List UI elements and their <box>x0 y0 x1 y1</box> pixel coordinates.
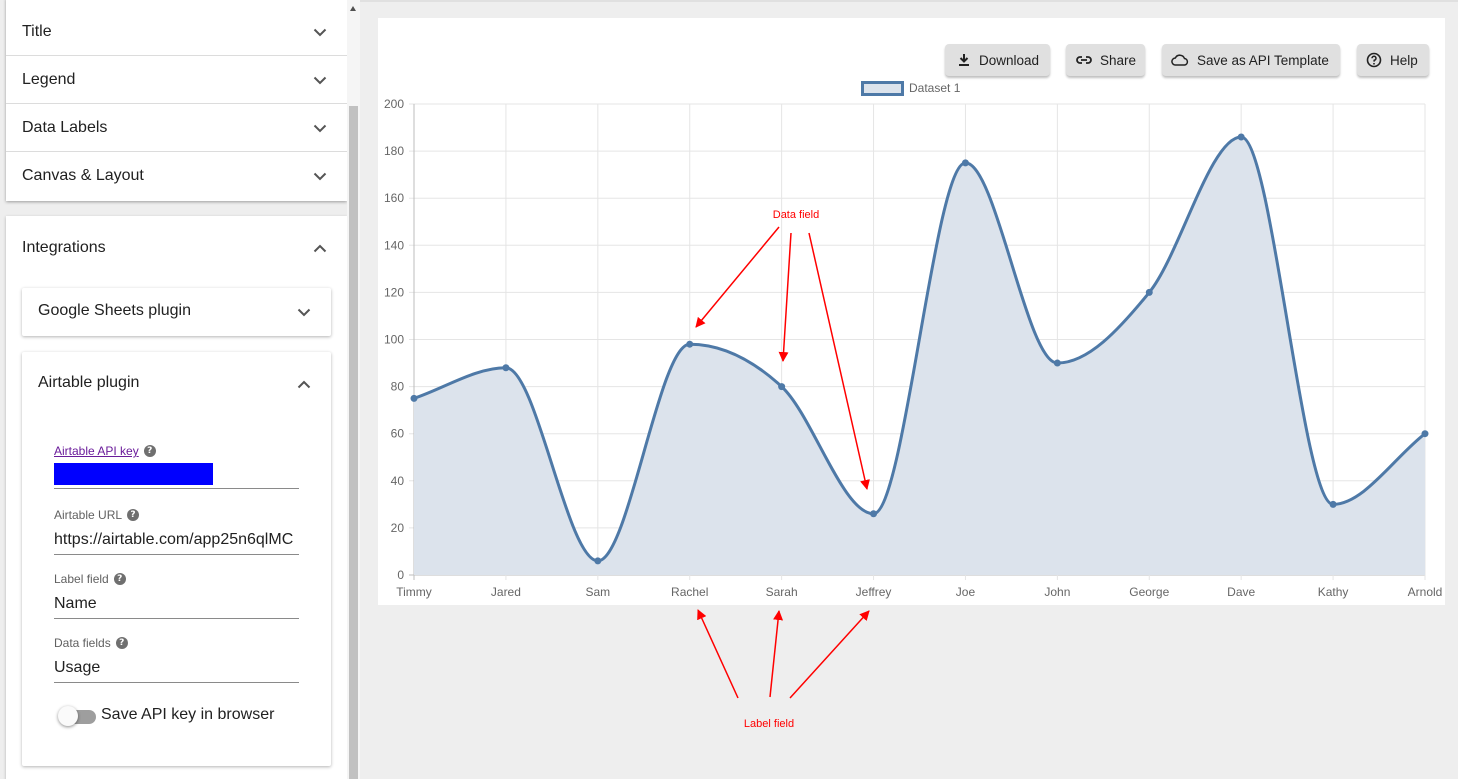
label-field-annotation: Label field <box>744 718 794 730</box>
help-icon[interactable]: ? <box>113 573 126 585</box>
help-label: Help <box>1390 52 1418 68</box>
label-field-input[interactable]: Name <box>54 593 299 619</box>
save-api-key-label: Save API key in browser <box>101 706 275 723</box>
download-label: Download <box>979 52 1040 68</box>
chevron-down-icon <box>313 76 327 84</box>
download-button[interactable]: Download <box>945 44 1050 76</box>
airtable-plugin: Airtable plugin Airtable API key ? Airta… <box>22 352 331 766</box>
label-field-label: Label field <box>54 572 109 586</box>
label-field-field: Label field ? Name <box>54 572 299 619</box>
google-sheets-plugin-label: Google Sheets plugin <box>38 302 191 319</box>
link-icon <box>1076 56 1092 64</box>
settings-card: Title Legend Data Labels Canvas & Layout <box>6 0 347 201</box>
help-button[interactable]: Help <box>1357 44 1429 76</box>
google-sheets-plugin[interactable]: Google Sheets plugin <box>22 288 331 336</box>
sidebar-scrollbar[interactable] <box>347 0 360 779</box>
airtable-api-key-field: Airtable API key ? <box>54 444 299 489</box>
accordion-title-label: Title <box>22 22 52 40</box>
chevron-up-icon <box>313 244 327 253</box>
scrollbar-thumb[interactable] <box>349 106 358 779</box>
save-api-template-button[interactable]: Save as API Template <box>1162 44 1340 76</box>
accordion-integrations-label: Integrations <box>22 239 106 256</box>
integrations-card: Integrations Google Sheets plugin Airtab… <box>6 216 347 779</box>
scroll-up-arrow-icon[interactable] <box>350 6 356 11</box>
share-button[interactable]: Share <box>1066 44 1145 76</box>
chart-card: Download Share Save as API Template Help <box>378 18 1445 605</box>
airtable-api-key-input[interactable] <box>54 463 299 489</box>
chevron-down-icon <box>313 124 327 132</box>
accordion-data-labels[interactable]: Data Labels <box>6 104 347 152</box>
airtable-plugin-label: Airtable plugin <box>38 374 140 391</box>
chevron-down-icon <box>313 172 327 181</box>
help-icon[interactable]: ? <box>127 509 140 521</box>
data-fields-label: Data fields <box>54 636 111 650</box>
download-icon <box>959 54 969 66</box>
save-api-key-toggle[interactable] <box>58 706 98 726</box>
accordion-canvas-layout[interactable]: Canvas & Layout <box>6 152 347 200</box>
accordion-canvas-layout-label: Canvas & Layout <box>22 167 144 184</box>
chevron-down-icon <box>297 308 311 317</box>
redacted-api-key <box>54 463 213 485</box>
accordion-integrations[interactable]: Integrations <box>6 224 347 272</box>
chevron-up-icon <box>297 380 311 389</box>
data-fields-field: Data fields ? Usage <box>54 636 299 683</box>
accordion-title[interactable]: Title <box>6 8 347 56</box>
airtable-api-key-link[interactable]: Airtable API key <box>54 444 139 458</box>
save-api-template-label: Save as API Template <box>1197 52 1329 68</box>
label-field-arrow <box>697 609 739 699</box>
help-circle-icon <box>1366 52 1382 68</box>
help-icon[interactable]: ? <box>143 445 156 457</box>
accordion-data-labels-label: Data Labels <box>22 118 108 136</box>
top-divider <box>360 0 1458 2</box>
accordion-legend[interactable]: Legend <box>6 56 347 104</box>
data-fields-input[interactable]: Usage <box>54 657 299 683</box>
label-field-arrow <box>769 610 784 698</box>
sidebar: Title Legend Data Labels Canvas & Layout… <box>0 0 348 779</box>
share-label: Share <box>1100 52 1137 68</box>
cloud-icon <box>1171 54 1189 66</box>
label-field-arrow <box>789 610 870 699</box>
airtable-url-input[interactable]: https://airtable.com/app25n6qlMC <box>54 529 299 555</box>
chevron-down-icon <box>313 28 327 36</box>
airtable-url-label: Airtable URL <box>54 508 123 522</box>
help-icon[interactable]: ? <box>115 637 128 649</box>
accordion-legend-label: Legend <box>22 70 76 88</box>
airtable-plugin-header[interactable]: Airtable plugin <box>22 352 331 416</box>
airtable-url-field: Airtable URL ? https://airtable.com/app2… <box>54 508 299 555</box>
